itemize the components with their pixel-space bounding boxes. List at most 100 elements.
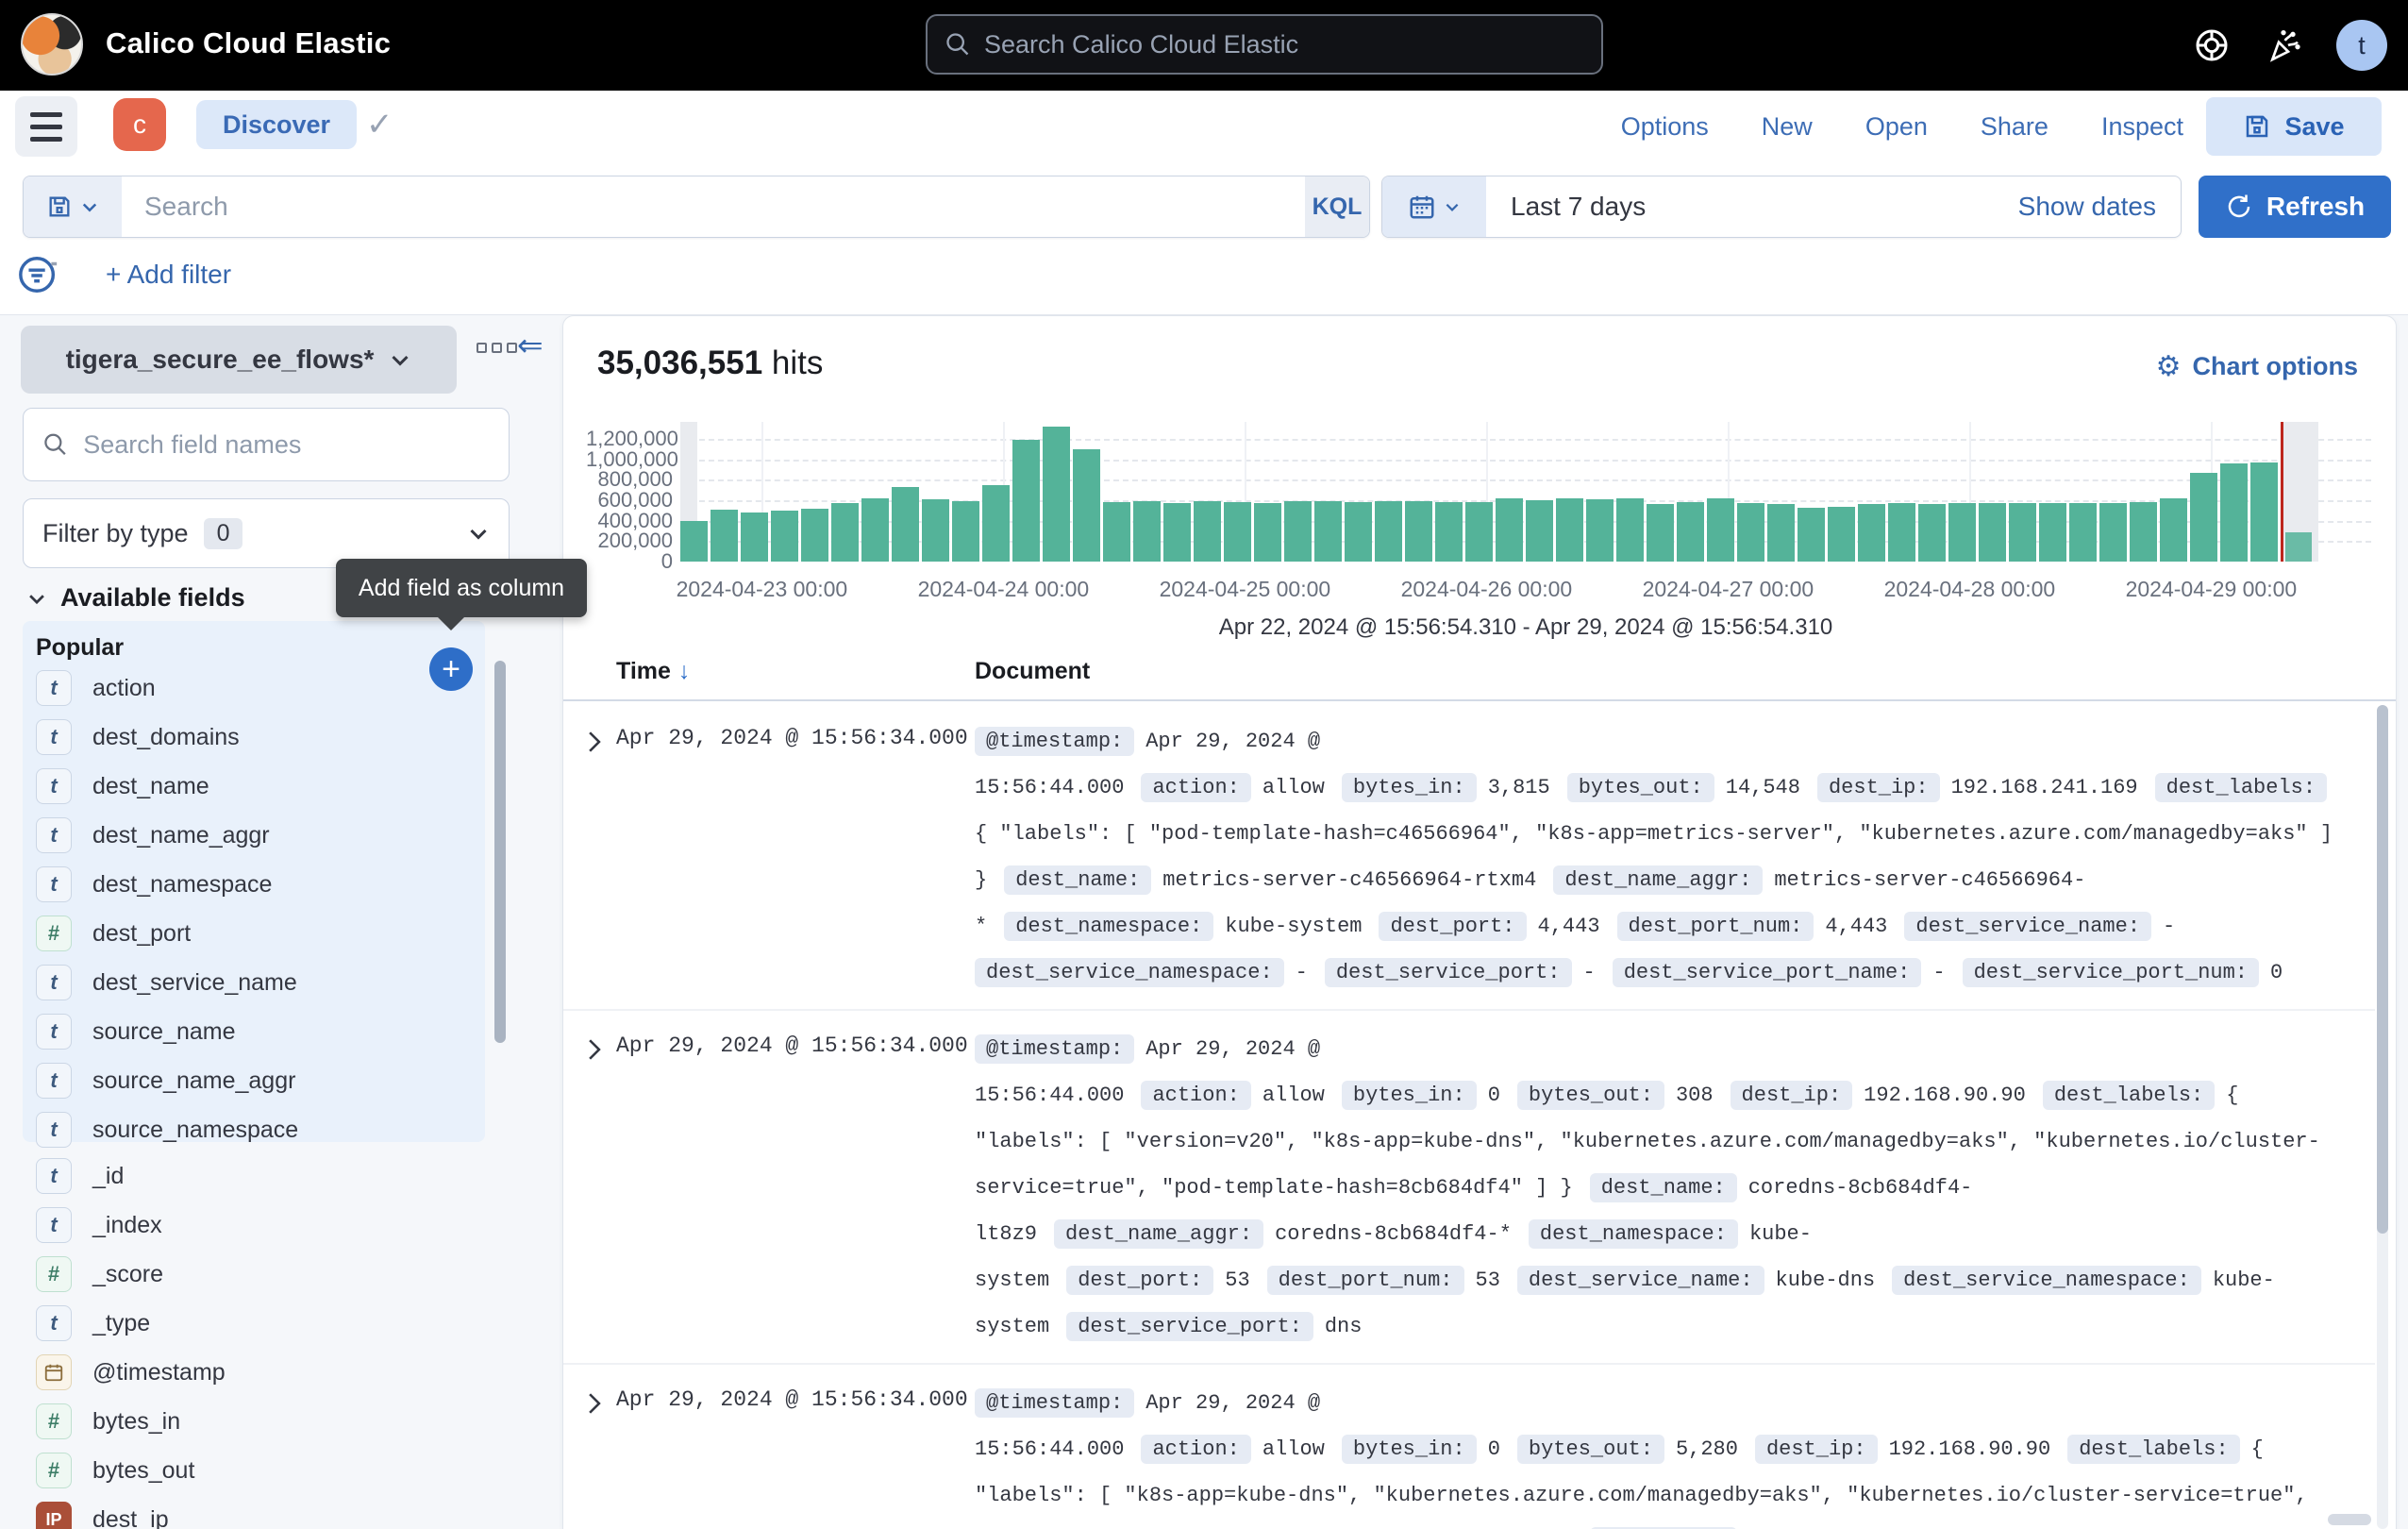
field-name-badge: bytes_out: <box>1517 1435 1664 1464</box>
histogram-bar <box>1496 498 1523 562</box>
histogram-bar <box>1043 427 1070 562</box>
field-item-_type[interactable]: t_type <box>36 1299 485 1348</box>
histogram-bar <box>982 485 1010 562</box>
field-item-_index[interactable]: t_index <box>36 1201 485 1250</box>
table-scrollbar-thumb[interactable] <box>2377 705 2388 1234</box>
fields-list: t_idt_index#_scoret_type@timestamp#bytes… <box>36 1151 485 1529</box>
field-search[interactable] <box>23 408 510 481</box>
time-range-value[interactable]: Last 7 days <box>1486 192 2018 222</box>
options-link[interactable]: Options <box>1621 112 1709 142</box>
field-value: - <box>1296 961 1308 984</box>
field-name-badge: dest_name: <box>1590 1173 1737 1202</box>
add-field-as-column-button[interactable]: + <box>429 647 473 691</box>
string-type-icon: t <box>36 1014 72 1050</box>
histogram-bar <box>1586 499 1614 562</box>
field-name-badge: bytes_in: <box>1342 1435 1477 1464</box>
expand-row-button[interactable] <box>563 718 616 996</box>
field-name-badge: dest_service_port_name: <box>1613 958 1922 987</box>
histogram-bar <box>2009 503 2036 562</box>
field-item-source_namespace[interactable]: tsource_namespace <box>36 1105 485 1154</box>
field-value: 53 <box>1476 1269 1500 1292</box>
time-column-header[interactable]: Time↓ <box>616 658 690 685</box>
popular-fields-section: Popular tactiontdest_domainstdest_nametd… <box>23 621 485 1142</box>
field-value: coredns-8cb684df4-* <box>1275 1222 1512 1246</box>
histogram-bar <box>952 501 979 562</box>
field-label: dest_ip <box>92 1506 169 1529</box>
field-item-@timestamp[interactable]: @timestamp <box>36 1348 485 1397</box>
field-item-dest_domains[interactable]: tdest_domains <box>36 713 485 762</box>
field-label: _index <box>92 1212 162 1239</box>
field-name-badge: dest_namespace: <box>1529 1219 1738 1249</box>
field-item-dest_ip[interactable]: IPdest_ip <box>36 1495 485 1529</box>
x-axis-tick-label: 2024-04-26 00:00 <box>1401 577 1573 602</box>
sidebar-scrollbar[interactable] <box>494 661 506 1043</box>
kql-search-input[interactable] <box>144 192 1282 222</box>
field-item-dest_namespace[interactable]: tdest_namespace <box>36 860 485 909</box>
histogram-bar <box>2099 503 2127 562</box>
document-column-header: Document <box>975 658 1090 685</box>
field-label: source_name <box>92 1018 235 1046</box>
histogram-bar <box>741 512 768 562</box>
news-party-popper-icon[interactable] <box>2265 26 2302 64</box>
histogram-bar <box>801 509 828 562</box>
field-item-source_name[interactable]: t source_name <box>36 1007 485 1056</box>
field-item-dest_service_name[interactable]: tdest_service_name <box>36 958 485 1007</box>
expand-row-button[interactable] <box>563 1026 616 1350</box>
new-link[interactable]: New <box>1762 112 1813 142</box>
help-life-ring-icon[interactable] <box>2193 26 2231 64</box>
histogram-bar <box>2039 503 2066 562</box>
index-pattern-selector[interactable]: tigera_secure_ee_flows* <box>21 326 457 394</box>
field-name-badge: bytes_in: <box>1342 1081 1477 1110</box>
filter-icon[interactable] <box>17 253 60 296</box>
histogram-bar <box>1858 504 1885 562</box>
histogram-bar <box>2069 503 2097 562</box>
horizontal-scrollbar[interactable] <box>2328 1514 2371 1525</box>
show-dates-button[interactable]: Show dates <box>2018 192 2181 222</box>
field-item-dest_name[interactable]: tdest_name <box>36 762 485 811</box>
field-label: source_name_aggr <box>92 1067 295 1095</box>
field-item-bytes_in[interactable]: #bytes_in <box>36 1397 485 1446</box>
share-link[interactable]: Share <box>1981 112 2048 142</box>
field-settings-icon[interactable] <box>477 343 517 353</box>
field-item-action[interactable]: taction <box>36 664 485 713</box>
kql-language-button[interactable]: KQL <box>1305 176 1369 237</box>
collapse-sidebar-icon[interactable]: ⇐ <box>517 327 543 363</box>
space-badge[interactable]: c <box>113 98 166 151</box>
field-name-badge: @timestamp: <box>975 1034 1134 1064</box>
field-item-_score[interactable]: #_score <box>36 1250 485 1299</box>
field-name-badge: dest_namespace: <box>1004 912 1213 941</box>
field-value: 0 <box>2270 961 2283 984</box>
x-axis-tick-label: 2024-04-23 00:00 <box>677 577 848 602</box>
field-name-badge: dest_service_name: <box>1904 912 2151 941</box>
table-row: Apr 29, 2024 @ 15:56:34.000@timestamp:Ap… <box>563 703 2375 1011</box>
expand-row-button[interactable] <box>563 1380 616 1529</box>
global-search-input[interactable] <box>984 30 1584 59</box>
add-filter-button[interactable]: + Add filter <box>106 260 231 290</box>
user-avatar[interactable]: t <box>2336 20 2387 71</box>
date-picker-button[interactable] <box>1382 176 1486 237</box>
save-button[interactable]: Save <box>2206 97 2382 156</box>
field-item-dest_port[interactable]: #dest_port <box>36 909 485 958</box>
field-name-badge: @timestamp: <box>975 1388 1134 1418</box>
breadcrumb-discover[interactable]: Discover <box>196 100 357 149</box>
field-value: 192.168.90.90 <box>1889 1437 2051 1461</box>
save-floppy-icon <box>2243 112 2271 141</box>
filter-by-type-select[interactable]: Filter by type 0 <box>23 498 510 568</box>
inspect-link[interactable]: Inspect <box>2101 112 2183 142</box>
field-search-input[interactable] <box>83 430 490 460</box>
refresh-button[interactable]: Refresh <box>2199 176 2391 238</box>
field-item-_id[interactable]: t_id <box>36 1151 485 1201</box>
field-label: bytes_in <box>92 1408 180 1436</box>
field-item-dest_name_aggr[interactable]: tdest_name_aggr <box>36 811 485 860</box>
field-name-badge: dest_port_num: <box>1267 1266 1464 1295</box>
field-item-bytes_out[interactable]: #bytes_out <box>36 1446 485 1495</box>
global-search[interactable] <box>926 14 1603 75</box>
open-link[interactable]: Open <box>1865 112 1928 142</box>
field-item-source_name_aggr[interactable]: tsource_name_aggr <box>36 1056 485 1105</box>
menu-hamburger-icon[interactable] <box>15 96 77 157</box>
available-fields-header[interactable]: Available fields <box>26 583 245 613</box>
documents-table-header: Time↓ Document <box>563 648 2396 701</box>
saved-query-menu-button[interactable] <box>24 176 122 237</box>
histogram-bar <box>922 499 949 562</box>
y-gridline <box>680 439 2371 441</box>
